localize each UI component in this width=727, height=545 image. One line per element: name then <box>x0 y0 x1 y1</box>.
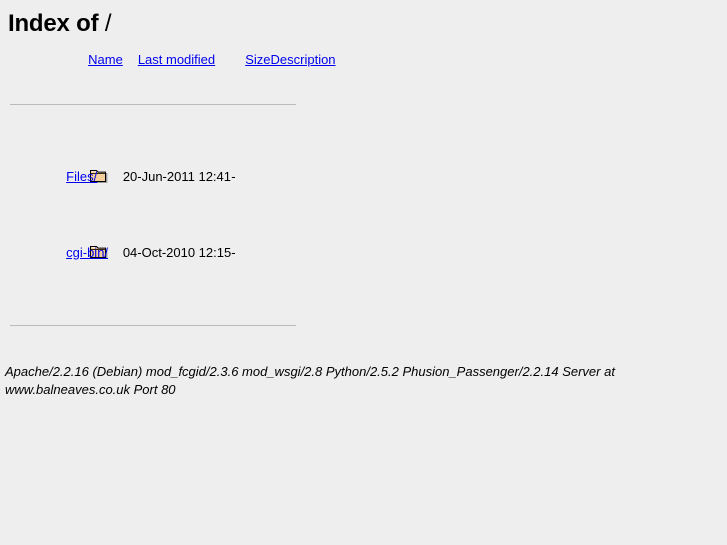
page-title-prefix: Index of <box>8 10 99 37</box>
column-header-size: Size <box>231 52 270 72</box>
row-name-cell: cgi-bin/ <box>66 214 123 290</box>
sort-link-size[interactable]: Size <box>245 52 270 67</box>
name-spacer <box>97 169 108 184</box>
folder-icon <box>46 229 108 259</box>
horizontal-rule-bottom <box>10 325 296 326</box>
page-title: Index of / <box>0 0 727 38</box>
row-name-cell: Files/ <box>66 138 123 214</box>
page-title-path: / <box>104 10 112 37</box>
table-row: cgi-bin/ 04-Oct-2010 12:15 - <box>10 214 336 290</box>
row-icon-cell <box>10 214 108 290</box>
table-header-separator-cell <box>10 72 336 138</box>
row-description <box>271 138 336 214</box>
column-header-name: Name <box>66 52 123 72</box>
sort-link-description[interactable]: Description <box>271 52 336 67</box>
table-header-row: Name Last modified Size Description <box>10 52 336 72</box>
table-footer-separator-row <box>10 290 336 356</box>
name-spacer <box>108 245 112 260</box>
table-footer-separator-cell <box>10 290 336 356</box>
column-header-icon <box>10 52 66 72</box>
row-description <box>271 214 336 290</box>
server-signature: Apache/2.2.16 (Debian) mod_fcgid/2.3.6 m… <box>5 364 615 397</box>
column-header-last-modified: Last modified <box>123 52 231 72</box>
directory-listing-table: Name Last modified Size Description File… <box>10 52 336 356</box>
row-size: - <box>231 244 236 260</box>
column-header-description: Description <box>271 52 336 72</box>
directory-index-page: Index of / Name Last modified Size Descr… <box>0 0 727 399</box>
sort-link-last-modified[interactable]: Last modified <box>138 52 215 67</box>
table-row: Files/ 20-Jun-2011 12:41 - <box>10 138 336 214</box>
row-last-modified: 20-Jun-2011 12:41 <box>122 168 231 184</box>
table-header-separator-row <box>10 72 336 138</box>
directory-link[interactable]: cgi-bin/ <box>66 245 108 260</box>
row-size: - <box>231 168 236 184</box>
folder-icon <box>46 153 108 183</box>
row-last-modified: 04-Oct-2010 12:15 <box>122 244 232 260</box>
horizontal-rule-top <box>10 104 296 105</box>
directory-link[interactable]: Files/ <box>66 169 97 184</box>
row-icon-cell <box>10 138 108 214</box>
sort-link-name[interactable]: Name <box>88 52 123 67</box>
